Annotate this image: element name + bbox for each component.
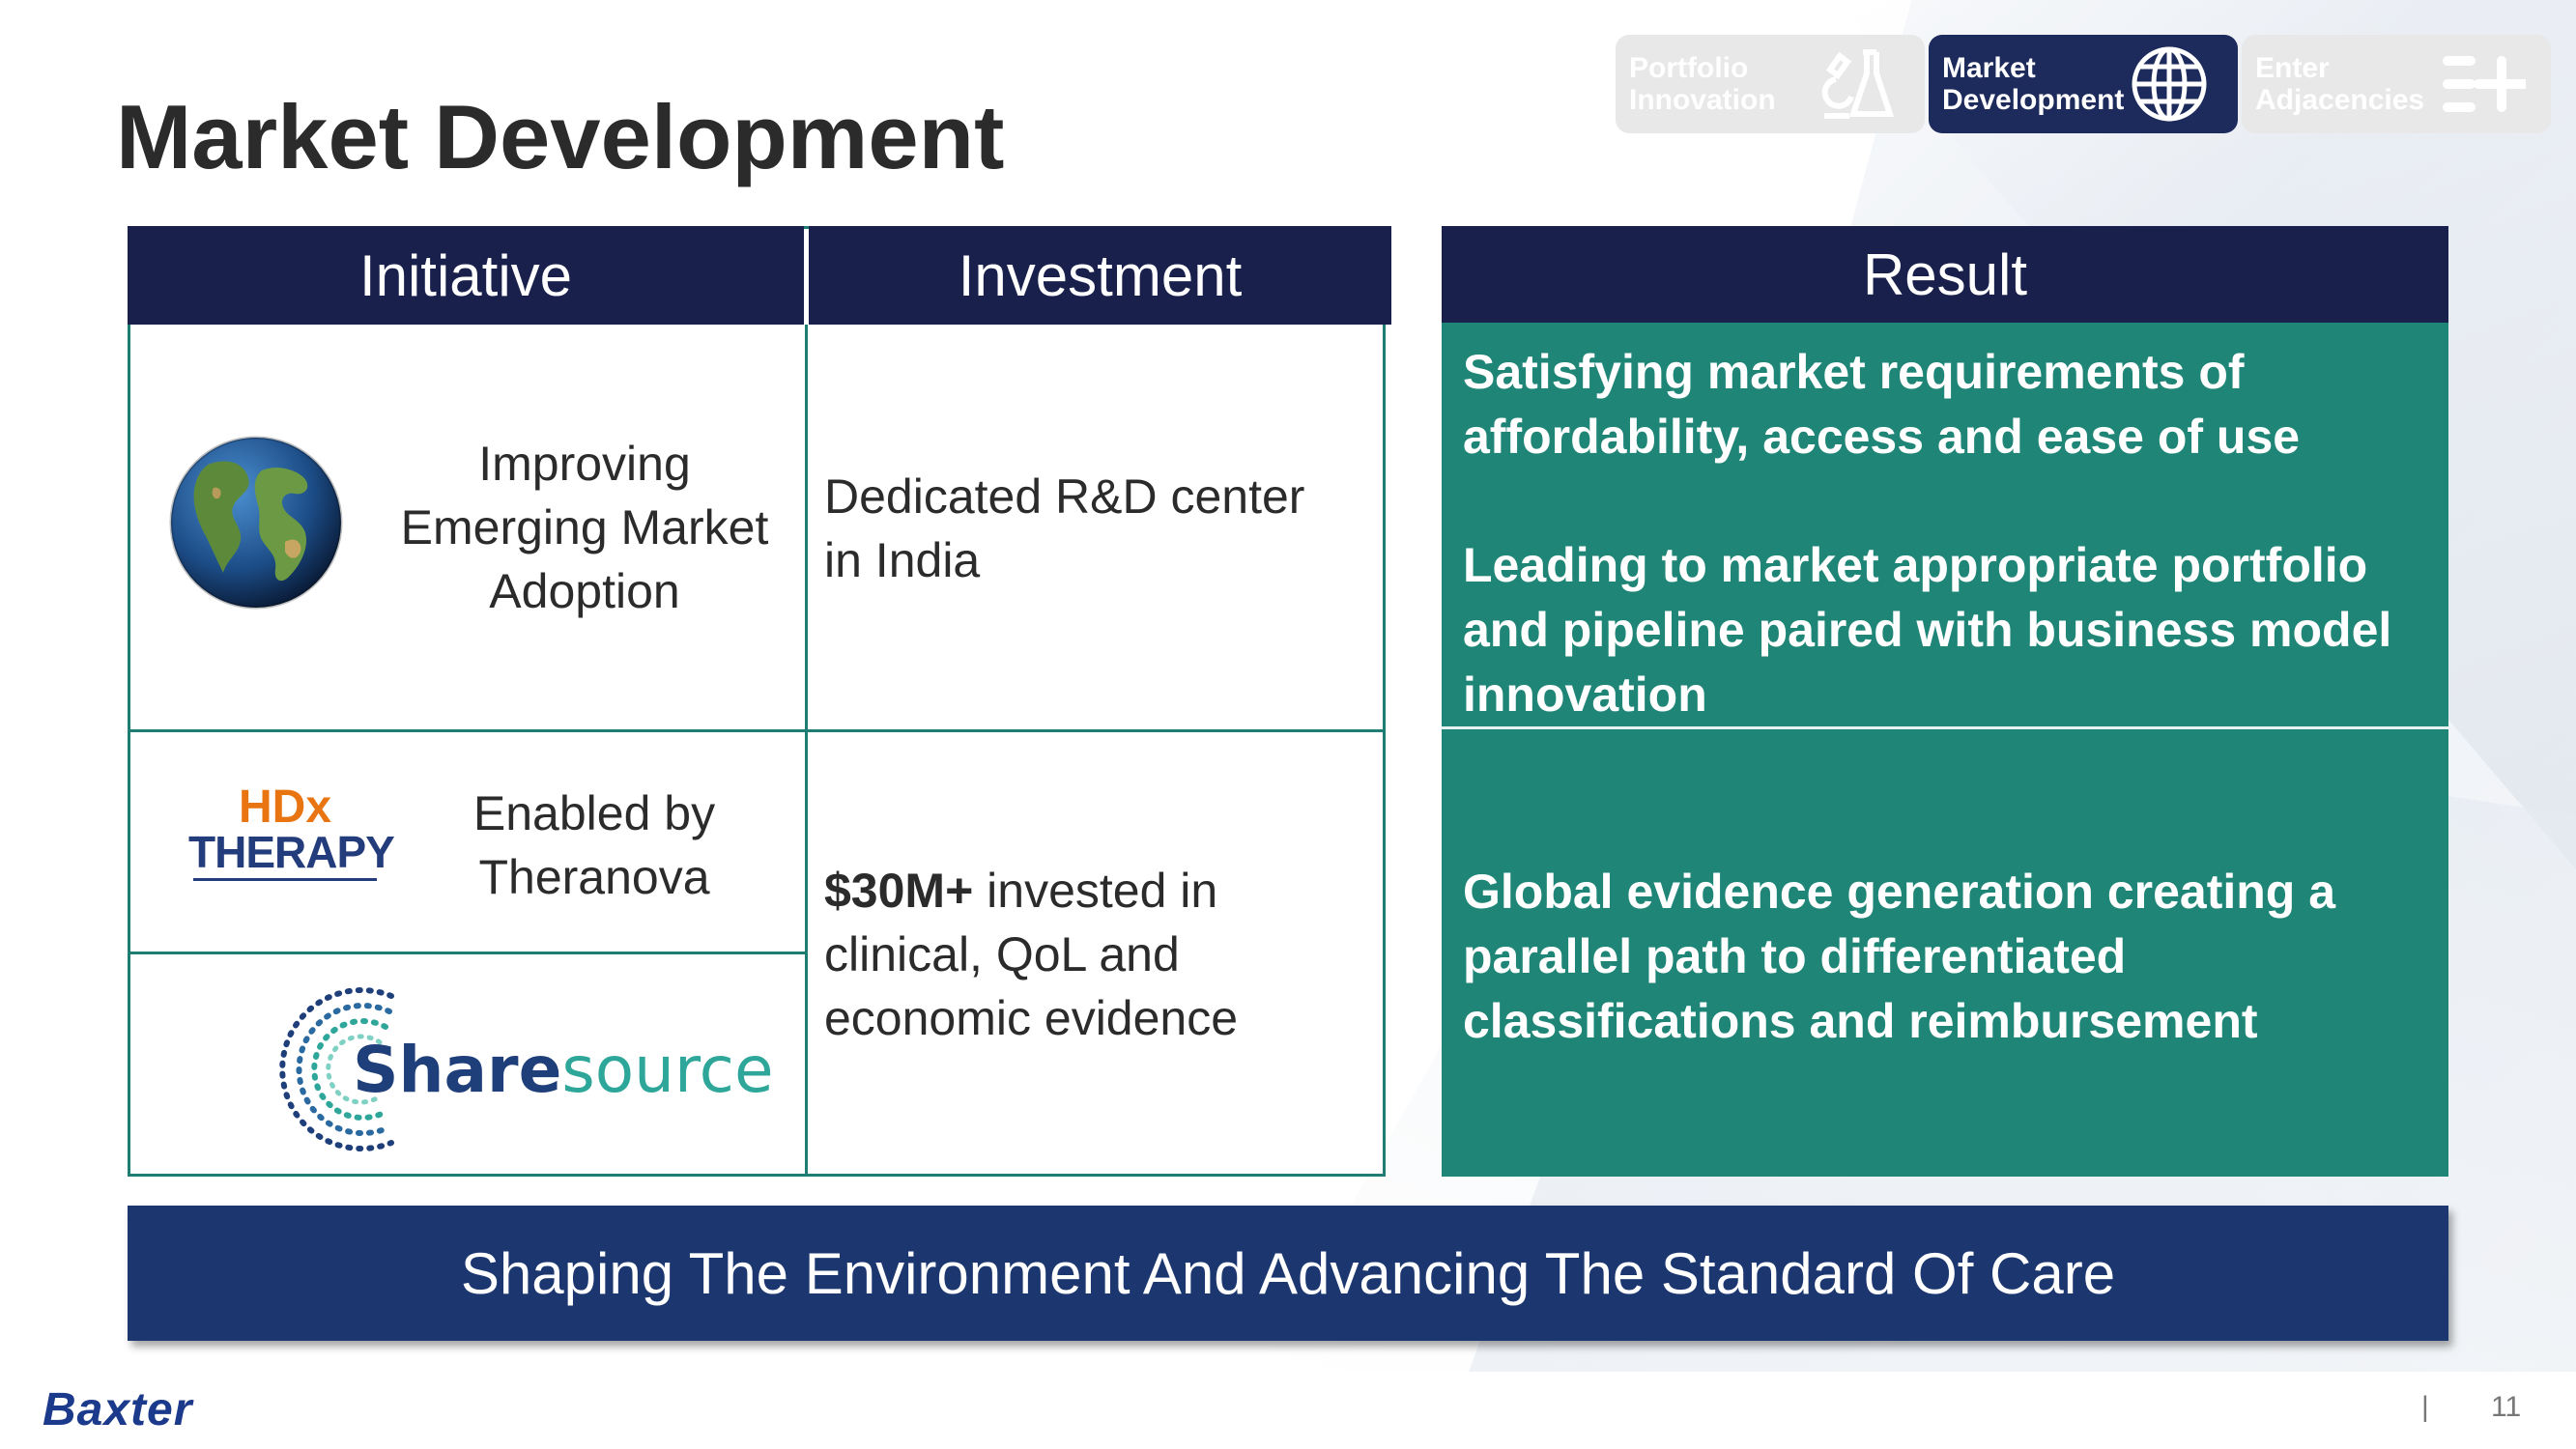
- investment-evidence: $30M+ invested in clinical, QoL and econ…: [824, 864, 1239, 1045]
- page-title: Market Development: [116, 86, 1005, 187]
- sharesource-logo: Sharesource: [256, 982, 774, 1156]
- footer-separator: |: [2421, 1391, 2429, 1423]
- result-divider: [1442, 726, 2448, 729]
- result-evidence: Global evidence generation creating a pa…: [1463, 865, 2336, 1048]
- header-investment: Investment: [809, 226, 1391, 325]
- nav-label: Market Development: [1942, 52, 2125, 116]
- list-plus-icon: [2439, 41, 2526, 128]
- header-initiative: Initiative: [128, 226, 804, 325]
- nav-label: Portfolio Innovation: [1629, 52, 1776, 116]
- initiative-emerging-market: Improving Emerging Market Adoption: [400, 437, 769, 618]
- header-result: Result: [1442, 226, 2448, 323]
- result-panel: Result Satisfying market requirements of…: [1442, 226, 2448, 1177]
- baxter-logo: Baxter: [43, 1384, 193, 1435]
- nav-enter-adjacencies[interactable]: Enter Adjacencies: [2242, 35, 2551, 133]
- table-divider: [130, 952, 805, 954]
- initiative-investment-table: Initiative Investment Improving Emerging…: [128, 226, 1391, 1177]
- investment-rd-center: Dedicated R&D center in India: [824, 469, 1305, 587]
- standard-of-care-banner: Shaping The Environment And Advancing Th…: [128, 1206, 2448, 1341]
- page-number: 11: [2491, 1391, 2522, 1423]
- table-divider: [130, 729, 1383, 732]
- globe-icon: [2126, 41, 2213, 128]
- initiative-theranova: Enabled by Theranova: [472, 786, 716, 904]
- table-divider: [805, 325, 808, 1177]
- result-affordability: Satisfying market requirements of afford…: [1463, 345, 2301, 464]
- result-portfolio: Leading to market appropriate portfolio …: [1463, 538, 2392, 722]
- lab-flask-icon: [1813, 41, 1900, 128]
- nav-label: Enter Adjacencies: [2255, 52, 2425, 116]
- nav-market-development[interactable]: Market Development: [1929, 35, 2238, 133]
- globe-image: [169, 436, 343, 610]
- nav-portfolio-innovation[interactable]: Portfolio Innovation: [1616, 35, 1925, 133]
- hdx-therapy-logo: HDx THERAPY: [188, 784, 395, 881]
